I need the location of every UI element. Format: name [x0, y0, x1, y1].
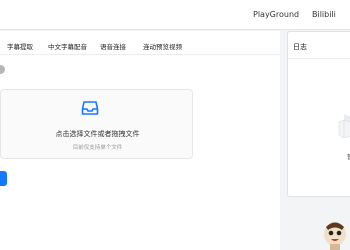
- top-navigation-bar: PlayGround Bilibili: [0, 0, 350, 30]
- primary-action-button[interactable]: [0, 171, 7, 186]
- upload-title: 点击选择文件或者拖拽文件: [55, 130, 140, 138]
- tab-subtitle-extract[interactable]: 字幕提取: [7, 41, 33, 51]
- log-title: 日志: [293, 43, 307, 51]
- radio-option[interactable]: [0, 65, 5, 74]
- tab-chinese-dubbing[interactable]: 中文字幕配音: [48, 41, 87, 51]
- log-divider: [288, 58, 350, 59]
- nav-link-bilibili[interactable]: Bilibili: [312, 10, 336, 19]
- inbox-icon: [81, 101, 99, 115]
- mascot-icon: [324, 222, 346, 250]
- tab-audio-connect[interactable]: 语音连接: [100, 41, 126, 51]
- log-panel: 日志 暂: [287, 31, 350, 197]
- nav-link-playground[interactable]: PlayGround: [253, 10, 299, 19]
- tab-preview-video[interactable]: 连动预览视频: [143, 41, 182, 51]
- tab-divider: [0, 54, 280, 55]
- empty-box-icon: [338, 114, 350, 138]
- upload-hint: 目前仅支持单个文件: [72, 145, 123, 151]
- main-panel: 字幕提取 中文字幕配音 语音连接 连动预览视频 点击选择文件或者拖拽文件 目前仅…: [0, 31, 280, 250]
- file-upload-dropzone[interactable]: 点击选择文件或者拖拽文件 目前仅支持单个文件: [0, 89, 193, 159]
